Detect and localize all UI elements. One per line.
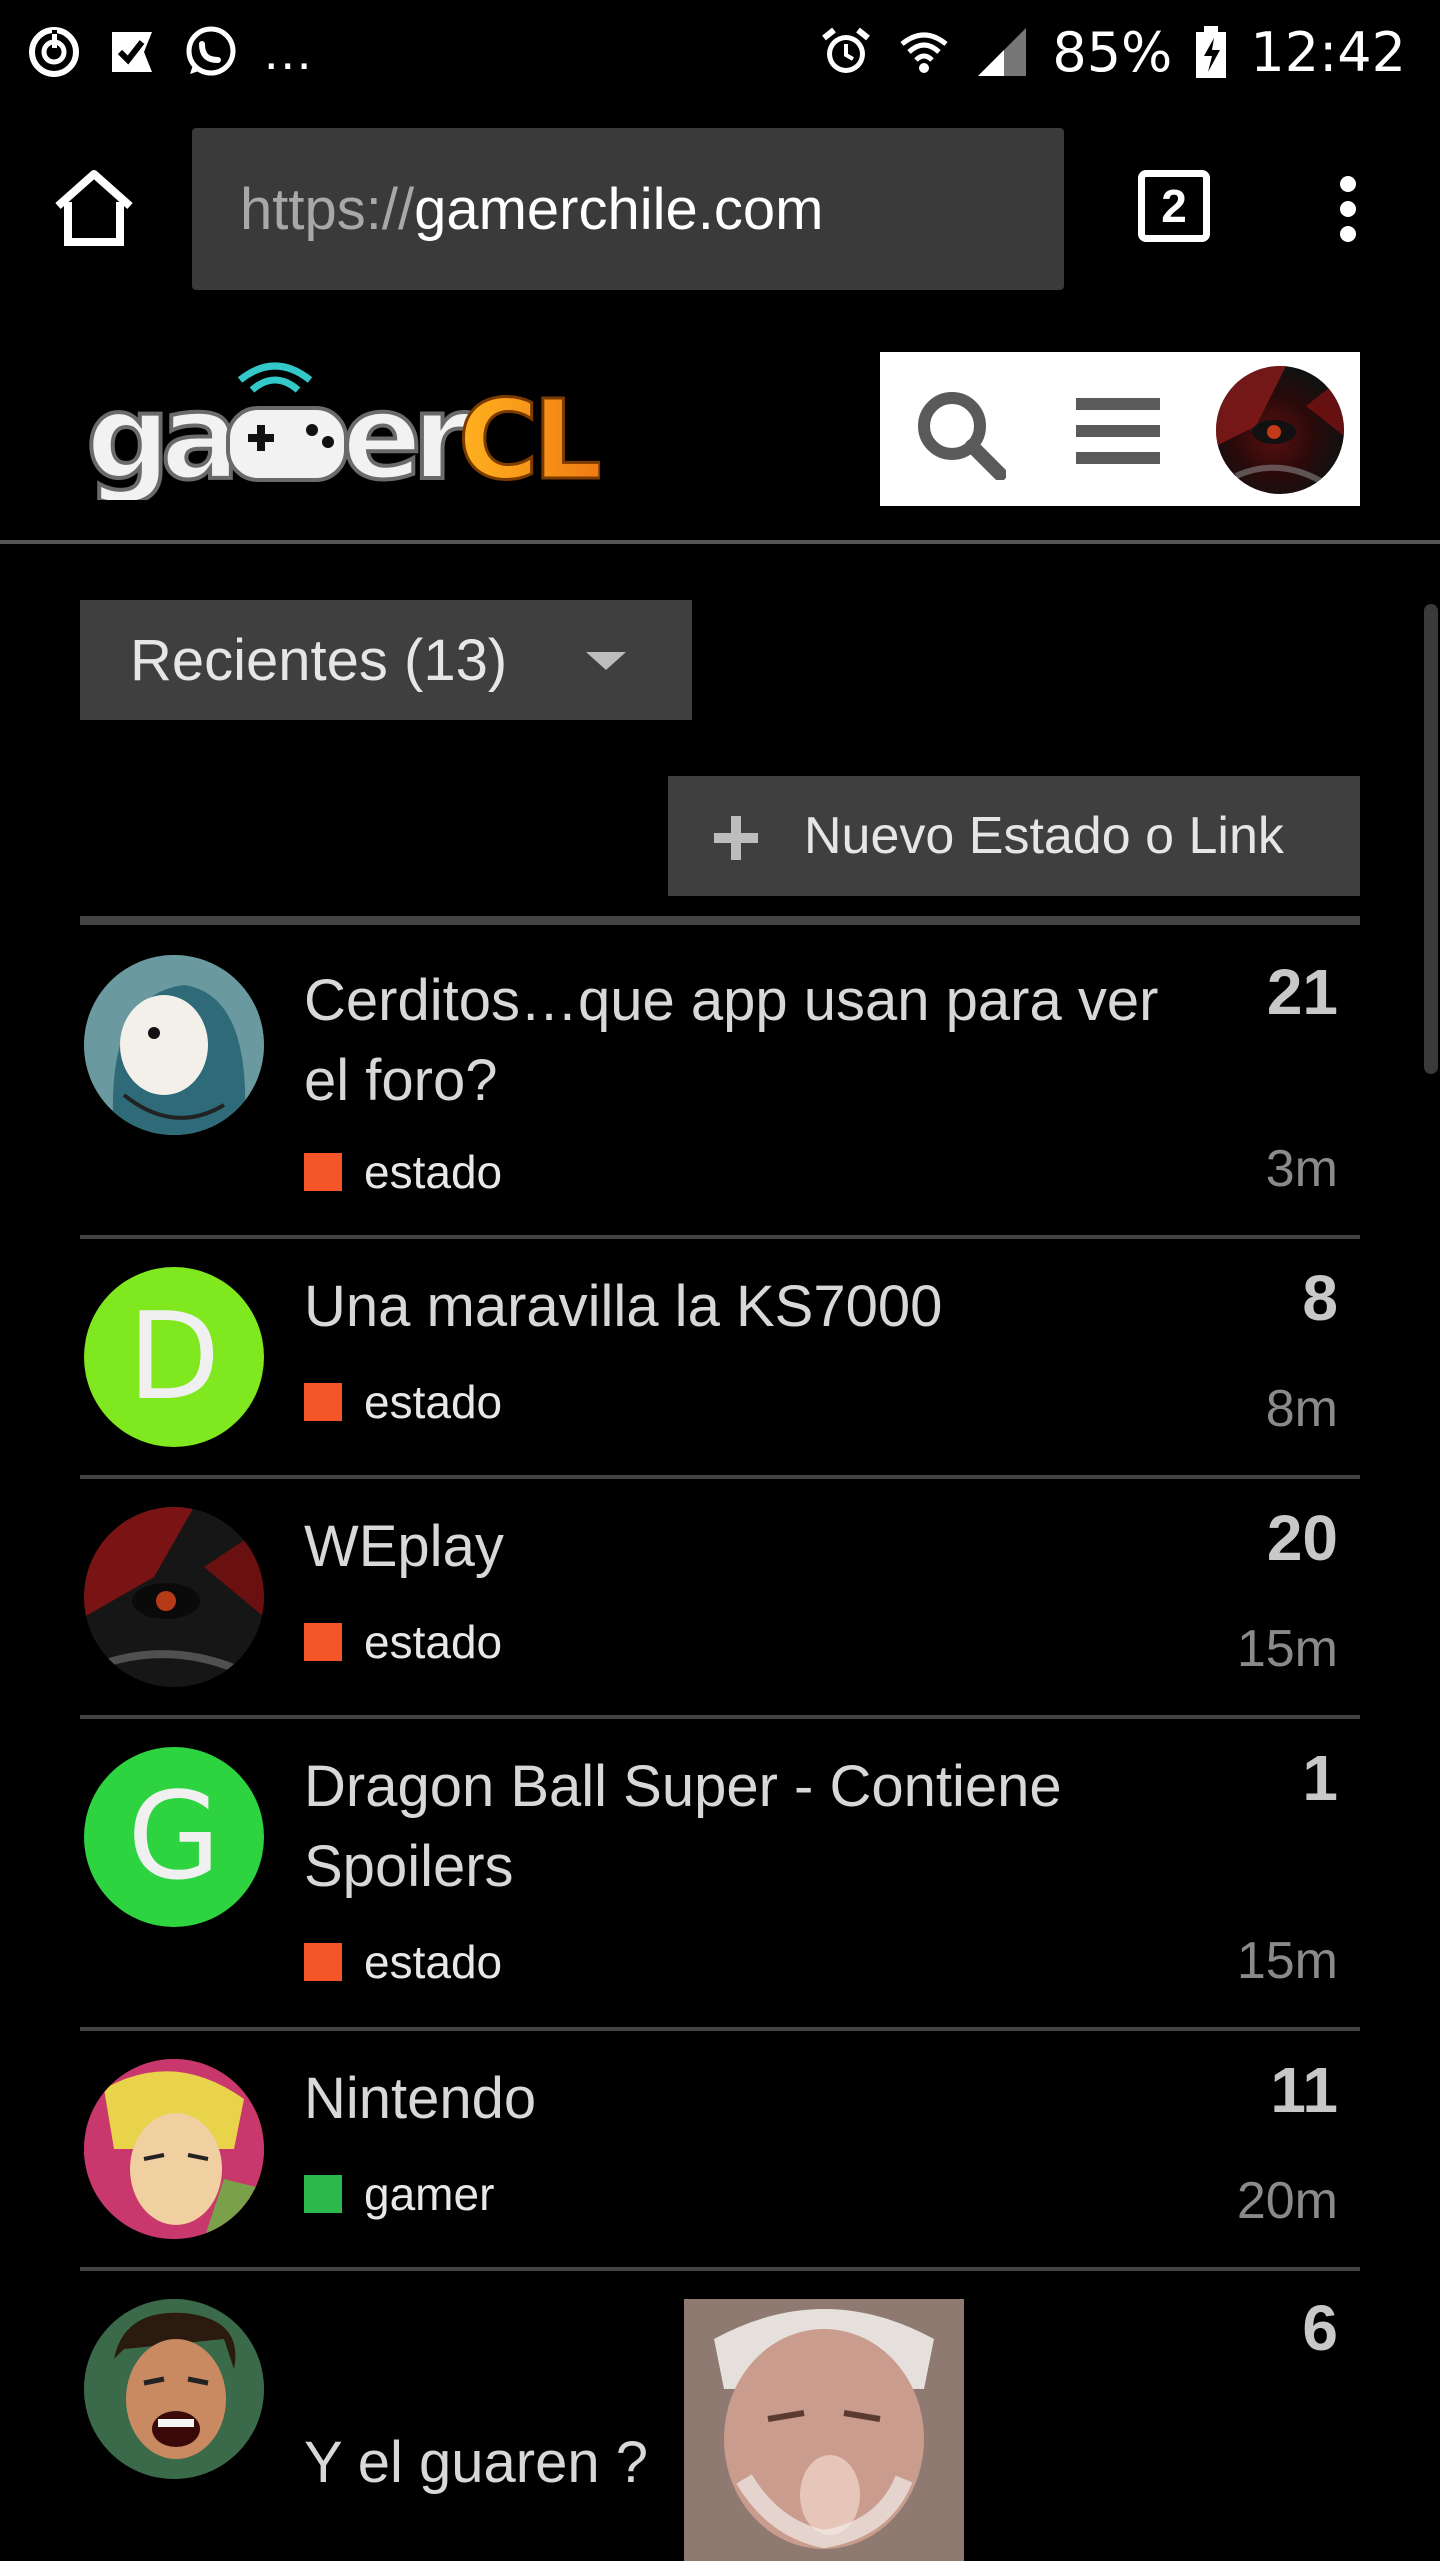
category-label: estado <box>364 1616 503 1668</box>
avatar-letter: D <box>127 1287 221 1427</box>
avatar[interactable]: G <box>84 1747 264 1927</box>
search-icon[interactable] <box>914 388 1006 480</box>
topic-title[interactable]: Dragon Ball Super - Contiene Spoilers <box>304 1747 1164 1907</box>
scrollbar-thumb[interactable] <box>1424 604 1438 1074</box>
category-label: estado <box>364 1936 503 1988</box>
reply-count: 6 <box>1302 2292 1338 2364</box>
clock: 12:42 <box>1250 20 1406 84</box>
check-flag-icon <box>104 24 160 80</box>
hamburger-menu-icon[interactable] <box>1076 396 1160 466</box>
topic-title[interactable]: Nintendo <box>304 2059 1164 2139</box>
topic-row[interactable]: G Dragon Ball Super - Contiene Spoilers … <box>80 1742 1360 2031</box>
battery-percent: 85% <box>1052 20 1173 84</box>
battery-charging-icon <box>1194 24 1228 80</box>
row-divider <box>80 1715 1360 1719</box>
filter-dropdown-label: Recientes (13) <box>130 627 508 693</box>
row-divider <box>80 2267 1360 2271</box>
home-icon[interactable] <box>52 166 136 250</box>
list-top-divider <box>80 916 1360 925</box>
category-color-swatch <box>304 2175 342 2213</box>
tab-switcher-button[interactable]: 2 <box>1138 170 1210 242</box>
avatar[interactable] <box>84 955 264 1135</box>
category-badge[interactable]: gamer <box>304 2167 494 2221</box>
avatar[interactable] <box>84 1507 264 1687</box>
topic-preview-image[interactable] <box>684 2299 964 2561</box>
avatar[interactable] <box>84 2059 264 2239</box>
reply-count: 20 <box>1266 1502 1338 1574</box>
wifi-icon <box>896 24 952 80</box>
filter-dropdown[interactable]: Recientes (13) <box>80 600 692 720</box>
new-status-button-label: Nuevo Estado o Link <box>804 807 1284 865</box>
reply-count: 21 <box>1266 956 1338 1028</box>
new-status-button[interactable]: Nuevo Estado o Link <box>668 776 1360 896</box>
row-divider <box>80 2027 1360 2031</box>
url-scheme: https:// <box>240 176 415 242</box>
avatar-letter: G <box>127 1767 221 1907</box>
tab-count: 2 <box>1161 180 1187 232</box>
status-bar: ... 85% 12:42 <box>0 0 1440 104</box>
category-badge[interactable]: estado <box>304 1615 502 1669</box>
topic-title[interactable]: Y el guaren ? <box>304 2423 664 2503</box>
avatar[interactable] <box>84 2299 264 2479</box>
browser-toolbar: https://gamerchile.com 2 <box>0 104 1440 314</box>
topic-row[interactable]: WEplay 20 estado 15m <box>80 1502 1360 1719</box>
category-badge[interactable]: estado <box>304 1145 502 1199</box>
notification-overflow: ... <box>264 23 314 81</box>
header-tools <box>880 352 1360 506</box>
topic-row[interactable]: D Una maravilla la KS7000 8 estado 8m <box>80 1262 1360 1479</box>
plus-icon <box>714 816 758 860</box>
signal-icon <box>974 24 1030 80</box>
svg-text:ga: ga <box>86 368 231 500</box>
whatsapp-icon <box>182 24 238 80</box>
url-bar[interactable]: https://gamerchile.com <box>192 128 1064 290</box>
category-label: estado <box>364 1146 503 1198</box>
svg-text:er: er <box>342 368 470 500</box>
topic-row[interactable]: Nintendo 11 gamer 20m <box>80 2054 1360 2271</box>
topic-title[interactable]: WEplay <box>304 1507 1164 1587</box>
category-badge[interactable]: estado <box>304 1375 502 1429</box>
category-badge[interactable]: estado <box>304 1935 502 1989</box>
activity-time[interactable]: 15m <box>1237 1619 1338 1679</box>
category-color-swatch <box>304 1383 342 1421</box>
activity-time[interactable]: 3m <box>1266 1139 1338 1199</box>
header-divider <box>0 540 1440 544</box>
reply-count: 11 <box>1270 2054 1338 2126</box>
row-divider <box>80 1235 1360 1239</box>
row-divider <box>80 1475 1360 1479</box>
svg-text:CL: CL <box>458 376 600 500</box>
avatar[interactable]: D <box>84 1267 264 1447</box>
category-color-swatch <box>304 1153 342 1191</box>
sync-icon <box>26 24 82 80</box>
url-host: gamerchile.com <box>414 176 824 242</box>
chevron-down-icon <box>586 652 626 670</box>
topic-title[interactable]: Cerditos…que app usan para ver el foro? <box>304 961 1164 1121</box>
category-color-swatch <box>304 1623 342 1661</box>
reply-count: 8 <box>1302 1262 1338 1334</box>
category-color-swatch <box>304 1943 342 1981</box>
site-header: ga er CL <box>0 314 1440 540</box>
topic-title[interactable]: Una maravilla la KS7000 <box>304 1267 1164 1347</box>
overflow-menu-icon[interactable] <box>1326 174 1370 244</box>
user-avatar[interactable] <box>1216 366 1344 494</box>
topic-row[interactable]: Cerditos…que app usan para ver el foro? … <box>80 955 1360 1239</box>
activity-time[interactable]: 20m <box>1237 2171 1338 2231</box>
activity-time[interactable]: 15m <box>1237 1931 1338 1991</box>
gamercl-logo[interactable]: ga er CL <box>80 350 600 500</box>
alarm-icon <box>818 24 874 80</box>
category-label: estado <box>364 1376 503 1428</box>
topic-row[interactable]: Y el guaren ? 6 <box>80 2292 1360 2561</box>
activity-time[interactable]: 8m <box>1266 1379 1338 1439</box>
category-label: gamer <box>364 2168 495 2220</box>
reply-count: 1 <box>1302 1742 1338 1814</box>
